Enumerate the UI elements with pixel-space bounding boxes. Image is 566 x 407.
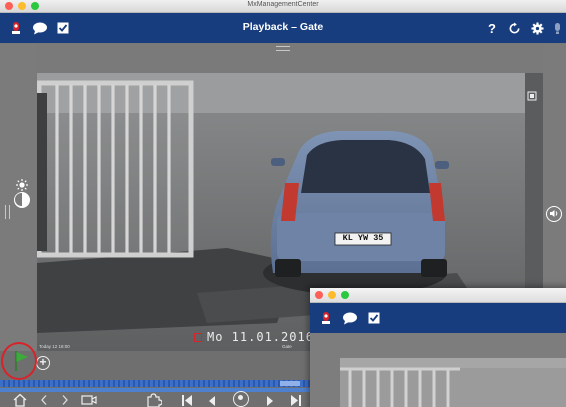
secondary-window[interactable] — [310, 288, 566, 407]
license-plate-text: KL YW 35 — [342, 233, 384, 243]
secondary-minimize-button[interactable] — [328, 291, 336, 299]
timeline-range[interactable] — [280, 381, 300, 386]
add-icon[interactable]: + — [36, 356, 50, 370]
brightness-icon[interactable] — [14, 192, 30, 208]
sun-icon[interactable] — [16, 178, 28, 191]
window-title: MxManagementCenter — [247, 1, 319, 8]
secondary-close-button[interactable] — [315, 291, 323, 299]
app-toolbar: Playback – Gate ? — [0, 13, 566, 43]
timeline-strip — [0, 388, 320, 392]
back-arrow-icon[interactable] — [40, 393, 48, 405]
secondary-zoom-button[interactable] — [341, 291, 349, 299]
skip-to-end-icon[interactable] — [290, 393, 302, 407]
left-panel-handle[interactable] — [5, 205, 10, 219]
skip-to-start-icon[interactable] — [181, 393, 193, 407]
secondary-content — [310, 333, 566, 407]
title-bar: MxManagementCenter — [0, 0, 566, 13]
chat-icon[interactable] — [341, 308, 359, 328]
play-icon[interactable] — [233, 391, 249, 407]
overlay-date-label: Today 12 18:00 — [39, 344, 70, 349]
page-title: Playback – Gate — [242, 21, 324, 33]
timeline-track[interactable] — [0, 380, 320, 387]
puzzle-icon[interactable] — [146, 393, 163, 407]
highlight-circle — [1, 342, 37, 380]
step-back-icon[interactable] — [207, 394, 217, 406]
video-icon[interactable] — [81, 393, 97, 405]
forward-arrow-icon[interactable] — [61, 393, 69, 405]
secondary-title-bar — [310, 288, 566, 303]
secondary-video-frame — [340, 358, 566, 407]
frame-corner-icon[interactable] — [527, 88, 537, 101]
sensor-icon[interactable] — [552, 18, 562, 38]
checkbox-icon[interactable] — [367, 308, 381, 328]
camera-icon[interactable] — [319, 308, 333, 328]
main-window: MxManagementCenter Playback – Gate ? KL … — [0, 0, 566, 407]
overlay-camera-label: Gate — [282, 344, 292, 349]
recording-icon — [194, 333, 202, 342]
refresh-icon[interactable] — [506, 18, 522, 38]
top-panel-handle[interactable] — [276, 46, 290, 51]
secondary-toolbar — [310, 303, 566, 333]
home-icon[interactable] — [13, 393, 27, 407]
help-icon[interactable]: ? — [486, 18, 498, 38]
video-timestamp: Mo 11.01.2016 — [207, 330, 314, 344]
speaker-icon[interactable] — [546, 206, 562, 222]
gear-icon[interactable] — [529, 18, 545, 38]
step-forward-icon[interactable] — [265, 394, 275, 406]
